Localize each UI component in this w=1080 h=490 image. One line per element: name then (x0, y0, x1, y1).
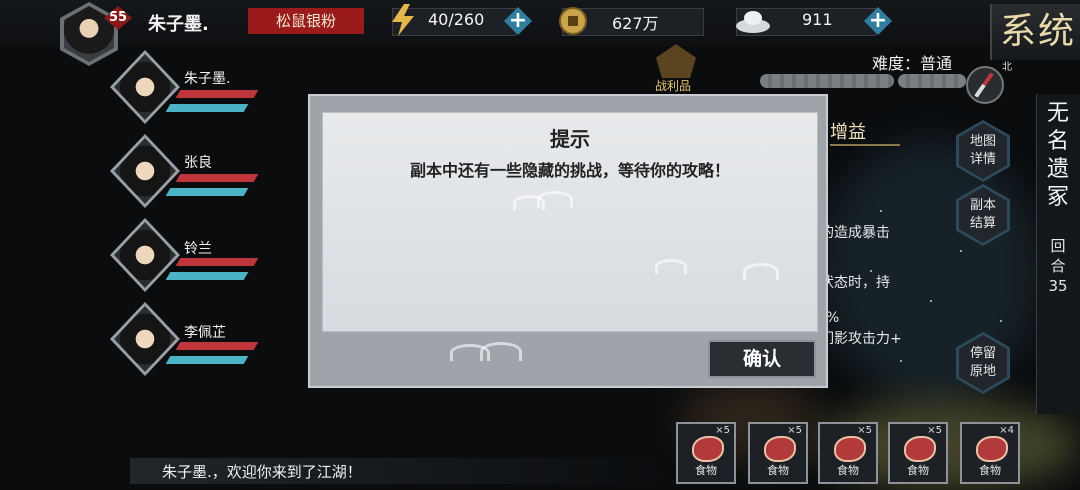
buff-title: 增益 (830, 122, 866, 143)
wave-pattern (480, 342, 522, 361)
lightning-icon (392, 4, 414, 36)
star (1000, 320, 1002, 322)
wave-pattern (655, 259, 687, 274)
north-label: 北 (1002, 62, 1012, 73)
chat-message: 朱子墨.，欢迎你来到了江湖！ (162, 463, 362, 481)
star (880, 210, 882, 212)
system-button[interactable]: 系统 (990, 4, 1080, 60)
buff-text: 的造成暴击 (820, 225, 890, 241)
item-label: 食物 (979, 464, 1001, 477)
item-label: 食物 (767, 464, 789, 477)
party-member-portrait[interactable] (110, 302, 180, 376)
dialog-content: 提示 副本中还有一些隐藏的挑战，等待你的攻略！ (322, 112, 818, 332)
buff-text: 们影攻击力+ (820, 331, 902, 347)
stamina-value: 40/260 (428, 10, 485, 29)
meat-icon (976, 436, 1008, 462)
coins-value: 627万 (612, 14, 659, 33)
progress-track (760, 74, 894, 88)
coin-icon (559, 7, 587, 35)
item-count: ×5 (927, 425, 942, 436)
loot-chest-icon[interactable] (656, 44, 696, 78)
dialog-message: 副本中还有一些隐藏的挑战，等待你的攻略！ (409, 161, 730, 180)
food-item-slot[interactable]: ×5 食物 (676, 422, 736, 484)
hp-bar (175, 342, 259, 350)
party-member-portrait[interactable] (110, 218, 180, 292)
mp-bar (165, 188, 249, 196)
item-label: 食物 (695, 464, 717, 477)
dungeon-name: 无名遗冢 (1046, 101, 1069, 210)
difficulty-label: 难度：普通 (872, 54, 953, 73)
silver-ingot-icon (736, 11, 770, 33)
item-count: ×5 (715, 425, 730, 436)
wave-pattern (743, 263, 779, 280)
meat-icon (692, 436, 724, 462)
buff-text: 状态时，持 (820, 275, 890, 291)
party-member-name: 铃兰 (184, 241, 212, 257)
meat-icon (834, 436, 866, 462)
rank-badge[interactable]: 松鼠银粉 (248, 8, 364, 34)
dialog-title: 提示 (550, 127, 590, 151)
star (930, 300, 932, 302)
hint-dialog: 提示 副本中还有一些隐藏的挑战，等待你的攻略！ 确认 (308, 94, 828, 388)
buff-divider (830, 144, 900, 146)
player-name: 朱子墨. (148, 14, 209, 35)
wave-pattern (537, 191, 573, 208)
party-member-portrait[interactable] (110, 134, 180, 208)
food-item-slot[interactable]: ×5 食物 (748, 422, 808, 484)
meat-icon (904, 436, 936, 462)
loot-label[interactable]: 战利品 (655, 77, 691, 94)
party-member-name: 朱子墨. (184, 71, 231, 87)
food-item-slot[interactable]: ×5 食物 (888, 422, 948, 484)
item-count: ×4 (999, 425, 1014, 436)
party-member-portrait[interactable] (110, 50, 180, 124)
hp-bar (175, 258, 259, 266)
item-count: ×5 (787, 425, 802, 436)
hp-bar (175, 174, 259, 182)
round-counter: 回合35 (1048, 237, 1068, 295)
progress-track (898, 74, 966, 88)
mp-bar (165, 356, 249, 364)
ingots-value: 911 (802, 10, 833, 29)
item-label: 食物 (837, 464, 859, 477)
party-member-name: 张良 (184, 155, 212, 171)
confirm-button[interactable]: 确认 (708, 340, 816, 378)
star (900, 360, 902, 362)
mp-bar (165, 272, 249, 280)
meat-icon (764, 436, 796, 462)
food-item-slot[interactable]: ×4 食物 (960, 422, 1020, 484)
food-item-slot[interactable]: ×5 食物 (818, 422, 878, 484)
hp-bar (175, 90, 259, 98)
party-member-name: 李佩芷 (184, 325, 226, 341)
mp-bar (165, 104, 249, 112)
item-count: ×5 (857, 425, 872, 436)
compass-icon[interactable] (966, 66, 1004, 104)
item-label: 食物 (907, 464, 929, 477)
star (960, 250, 962, 252)
